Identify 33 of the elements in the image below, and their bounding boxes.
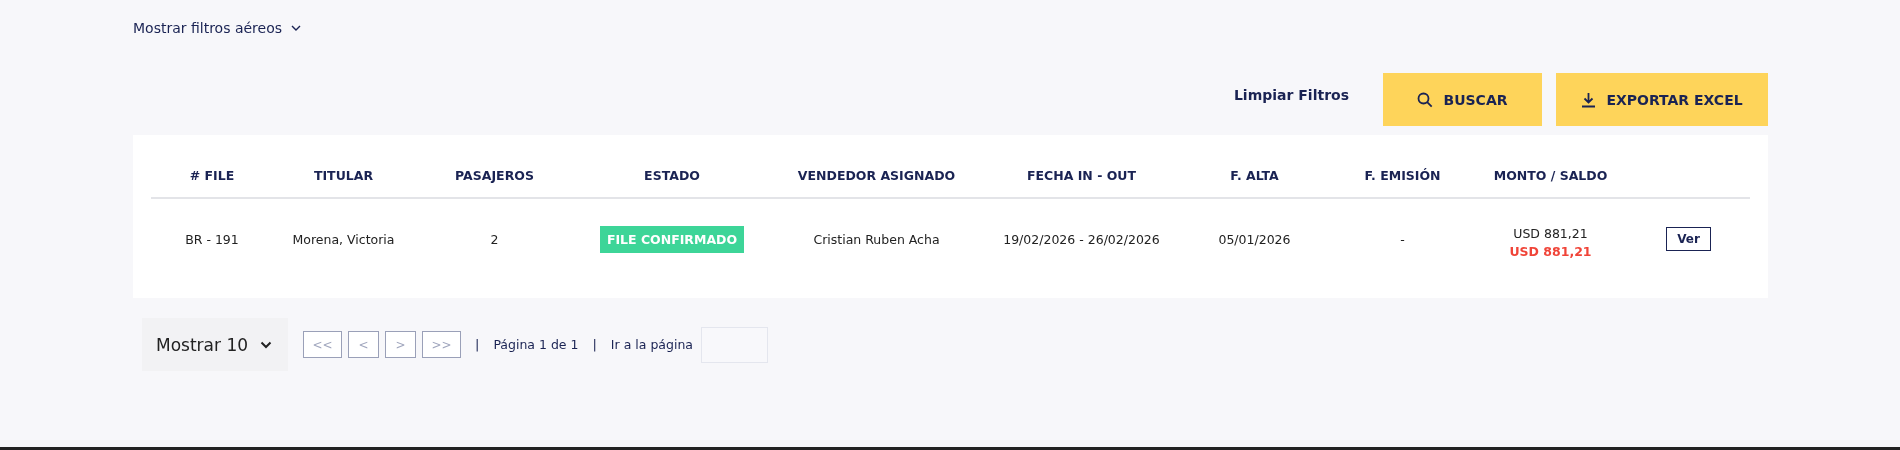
status-badge: FILE CONFIRMADO (599, 225, 745, 253)
view-button[interactable]: Ver (1666, 227, 1711, 251)
table-cell: 19/02/2026 - 26/02/2026 (1003, 231, 1160, 247)
export-excel-button[interactable]: EXPORTAR EXCEL (1556, 73, 1768, 126)
column-header: PASAJEROS (454, 168, 535, 183)
table-cell: 05/01/2026 (1218, 231, 1291, 247)
page-size-select[interactable]: Mostrar 10 (142, 318, 288, 371)
page-info: Página 1 de 1 (493, 337, 579, 352)
clear-filters-link[interactable]: Limpiar Filtros (1233, 87, 1349, 103)
table-cell: Morena, Victoria (292, 231, 395, 247)
filters-toggle[interactable]: Mostrar filtros aéreos (133, 20, 302, 36)
search-button[interactable]: BUSCAR (1383, 73, 1542, 126)
column-header: FECHA IN - OUT (1025, 168, 1137, 183)
download-icon (1581, 91, 1597, 108)
column-header: F. EMISIÓN (1363, 168, 1442, 183)
table-cell: Cristian Ruben Acha (813, 231, 940, 247)
table-cell: BR - 191 (185, 231, 239, 247)
column-header: TITULAR (312, 168, 375, 183)
column-header: MONTO / SALDO (1492, 168, 1609, 183)
separator: | (592, 337, 597, 352)
column-header: F. ALTA (1229, 168, 1280, 183)
amount-text: USD 881,21 (1513, 225, 1588, 241)
chevron-down-icon (291, 25, 302, 31)
goto-label: Ir a la página (610, 337, 693, 352)
balance-text: USD 881,21 (1509, 243, 1592, 259)
column-header: ESTADO (643, 168, 701, 183)
search-icon (1417, 91, 1434, 108)
separator: | (475, 337, 480, 352)
table-cell: - (1400, 231, 1405, 247)
column-header: VENDEDOR ASIGNADO (796, 168, 957, 183)
table-cell: 2 (490, 231, 499, 247)
column-header: # FILE (188, 168, 236, 183)
chevron-down-icon (260, 340, 272, 349)
